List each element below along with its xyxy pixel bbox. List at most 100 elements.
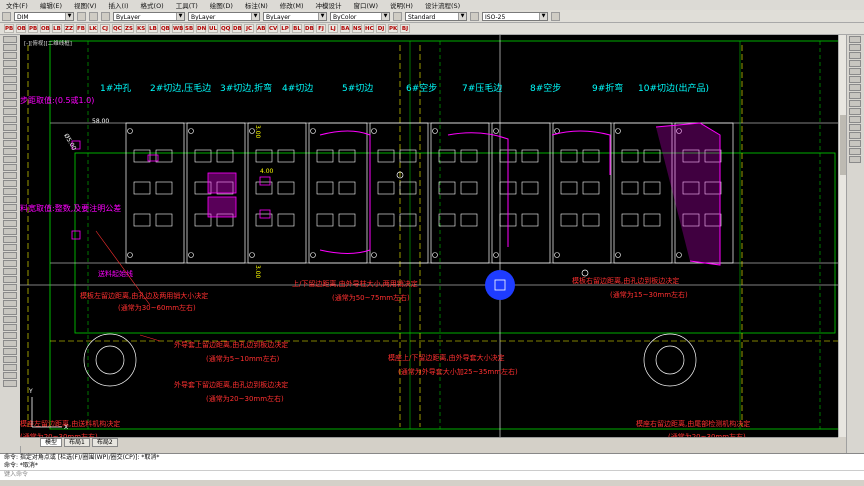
custom-tool-icon-29[interactable]: NS	[352, 24, 362, 33]
custom-tool-icon-3[interactable]: OB	[40, 24, 50, 33]
custom-tool-icon-15[interactable]: SB	[184, 24, 194, 33]
menu-item-7[interactable]: 标注(N)	[239, 0, 274, 10]
menu-item-8[interactable]: 修改(M)	[274, 0, 310, 10]
custom-tool-icon-20[interactable]: JC	[244, 24, 254, 33]
modify-tool-icon[interactable]	[849, 52, 861, 59]
custom-tool-icon-5[interactable]: ZZ	[64, 24, 74, 33]
custom-tool-icon-4[interactable]: LB	[52, 24, 62, 33]
modify-tool-icon[interactable]	[849, 140, 861, 147]
drawing-canvas[interactable]: 1#冲孔 2#切边,压毛边 3#切边,折弯 4#切边 5#切边 6#空步 7#压毛边 8#空步…	[20, 35, 838, 437]
linetype-combo[interactable]: ByLayer ▼	[188, 11, 260, 21]
custom-tool-icon-33[interactable]: BJ	[400, 24, 410, 33]
draw-tool-icon[interactable]	[3, 316, 17, 323]
draw-tool-icon[interactable]	[3, 116, 17, 123]
command-window[interactable]: 命令: 指定对角点或 [栏选(F)/圈围(WP)/圈交(CP)]: *取消* 命…	[0, 453, 864, 481]
custom-tool-icon-30[interactable]: HC	[364, 24, 374, 33]
draw-tool-icon[interactable]	[3, 44, 17, 51]
layer-manager-icon[interactable]	[2, 11, 11, 21]
modify-tool-icon[interactable]	[849, 148, 861, 155]
custom-tool-icon-8[interactable]: CJ	[100, 24, 110, 33]
draw-tool-icon[interactable]	[3, 172, 17, 179]
viewport-label[interactable]: [-][俯视][二维线框]	[24, 39, 72, 47]
custom-tool-icon-13[interactable]: QB	[160, 24, 170, 33]
command-input[interactable]: 键入命令	[0, 470, 864, 479]
draw-tool-icon[interactable]	[3, 276, 17, 283]
draw-tool-icon[interactable]	[3, 220, 17, 227]
draw-tool-icon[interactable]	[3, 148, 17, 155]
menu-item-6[interactable]: 绘图(D)	[204, 0, 239, 10]
modify-tool-icon[interactable]	[849, 36, 861, 43]
custom-tool-icon-11[interactable]: KS	[136, 24, 146, 33]
custom-tool-icon-19[interactable]: DB	[232, 24, 242, 33]
menu-item-0[interactable]: 文件(F)	[0, 0, 34, 10]
modify-tool-icon[interactable]	[849, 100, 861, 107]
table-style-icon[interactable]	[551, 11, 560, 21]
text-style-combo[interactable]: Standard ▼	[405, 11, 467, 21]
custom-tool-icon-18[interactable]: QQ	[220, 24, 230, 33]
custom-tool-icon-23[interactable]: LP	[280, 24, 290, 33]
modify-tool-icon[interactable]	[849, 124, 861, 131]
menu-item-1[interactable]: 编辑(E)	[34, 0, 68, 10]
draw-tool-icon[interactable]	[3, 204, 17, 211]
custom-tool-icon-17[interactable]: UL	[208, 24, 218, 33]
draw-tool-icon[interactable]	[3, 324, 17, 331]
draw-tool-icon[interactable]	[3, 68, 17, 75]
draw-tool-icon[interactable]	[3, 36, 17, 43]
custom-tool-icon-9[interactable]: QC	[112, 24, 122, 33]
dim-style-combo[interactable]: DIM ▼	[14, 11, 74, 21]
custom-tool-icon-31[interactable]: DJ	[376, 24, 386, 33]
layer-state-icon[interactable]	[77, 11, 86, 21]
custom-tool-icon-28[interactable]: BA	[340, 24, 350, 33]
draw-tool-icon[interactable]	[3, 196, 17, 203]
draw-tool-icon[interactable]	[3, 164, 17, 171]
draw-tool-icon[interactable]	[3, 284, 17, 291]
draw-tool-icon[interactable]	[3, 244, 17, 251]
modify-tool-icon[interactable]	[849, 156, 861, 163]
color-combo[interactable]: ByColor ▼	[330, 11, 390, 21]
custom-tool-icon-21[interactable]: AB	[256, 24, 266, 33]
custom-tool-icon-26[interactable]: FJ	[316, 24, 326, 33]
custom-tool-icon-27[interactable]: LJ	[328, 24, 338, 33]
draw-tool-icon[interactable]	[3, 188, 17, 195]
custom-tool-icon-14[interactable]: WB	[172, 24, 183, 33]
draw-tool-icon[interactable]	[3, 156, 17, 163]
draw-tool-icon[interactable]	[3, 108, 17, 115]
menu-item-5[interactable]: 工具(T)	[170, 0, 204, 10]
draw-tool-icon[interactable]	[3, 140, 17, 147]
draw-tool-icon[interactable]	[3, 308, 17, 315]
layer-prev-icon[interactable]	[89, 11, 98, 21]
menu-item-3[interactable]: 插入(I)	[103, 0, 135, 10]
modify-tool-icon[interactable]	[849, 132, 861, 139]
lineweight-combo[interactable]: ByLayer ▼	[263, 11, 327, 21]
menu-item-9[interactable]: 冲模设计	[309, 0, 347, 10]
tab-model[interactable]: 模型	[40, 437, 63, 447]
text-style-icon[interactable]	[393, 11, 402, 21]
draw-tool-icon[interactable]	[3, 180, 17, 187]
custom-tool-icon-25[interactable]: DB	[304, 24, 314, 33]
custom-tool-icon-6[interactable]: FB	[76, 24, 86, 33]
draw-tool-icon[interactable]	[3, 340, 17, 347]
draw-tool-icon[interactable]	[3, 332, 17, 339]
custom-tool-icon-10[interactable]: ZS	[124, 24, 134, 33]
menu-item-12[interactable]: 设计流程(S)	[419, 0, 466, 10]
draw-tool-icon[interactable]	[3, 52, 17, 59]
draw-tool-icon[interactable]	[3, 228, 17, 235]
draw-tool-icon[interactable]	[3, 268, 17, 275]
custom-tool-icon-1[interactable]: OB	[16, 24, 26, 33]
custom-tool-icon-7[interactable]: LK	[88, 24, 98, 33]
draw-tool-icon[interactable]	[3, 212, 17, 219]
custom-tool-icon-16[interactable]: DN	[196, 24, 206, 33]
modify-tool-icon[interactable]	[849, 44, 861, 51]
cad-drawing[interactable]: 1#冲孔 2#切边,压毛边 3#切边,折弯 4#切边 5#切边 6#空步 7#压毛边 8#空步…	[20, 35, 838, 437]
draw-tool-icon[interactable]	[3, 92, 17, 99]
custom-tool-icon-24[interactable]: BL	[292, 24, 302, 33]
custom-tool-icon-2[interactable]: PB	[28, 24, 38, 33]
custom-tool-icon-22[interactable]: CV	[268, 24, 278, 33]
modify-tool-icon[interactable]	[849, 92, 861, 99]
menu-item-4[interactable]: 格式(O)	[135, 0, 170, 10]
menu-item-2[interactable]: 视图(V)	[68, 0, 103, 10]
layer-combo[interactable]: ByLayer ▼	[113, 11, 185, 21]
dimension-style-combo[interactable]: ISO-25 ▼	[482, 11, 548, 21]
draw-tool-icon[interactable]	[3, 356, 17, 363]
draw-tool-icon[interactable]	[3, 260, 17, 267]
